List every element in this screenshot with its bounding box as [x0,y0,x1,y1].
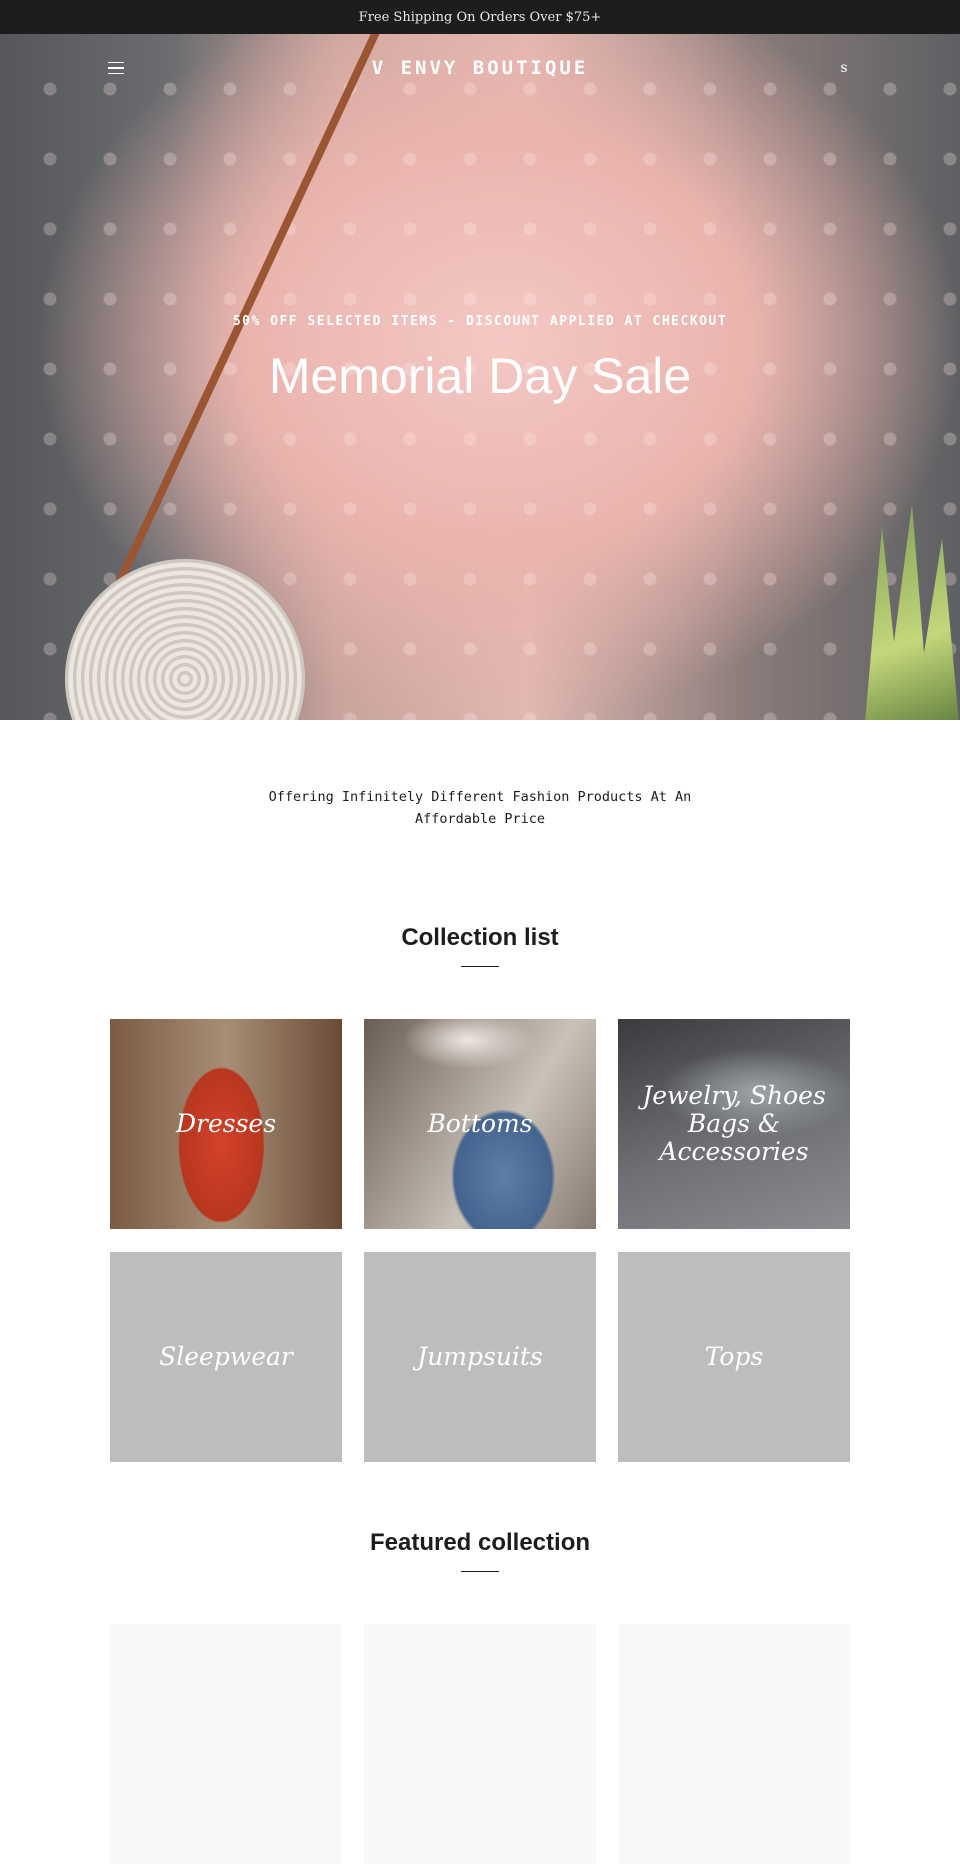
featured-collection-title: Featured collection [369,1529,591,1556]
hero-title[interactable]: Memorial Day Sale [0,347,960,405]
site-header: V ENVY BOUTIQUE s [0,34,960,102]
product-card-placeholder[interactable] [110,1624,342,1864]
announcement-bar: Free Shipping On Orders Over $75+ [0,0,960,34]
collection-card-label: Jewelry, Shoes Bags & Accessories [642,1081,826,1166]
hero-caption: 50% OFF SELECTED ITEMS - DISCOUNT APPLIE… [0,314,960,405]
collection-list-title: Collection list [401,924,559,951]
collection-card-dresses[interactable]: Dresses [110,1019,342,1229]
featured-product-grid [110,1624,850,1864]
collection-card-bottoms[interactable]: Bottoms [364,1019,596,1229]
site-logo[interactable]: V ENVY BOUTIQUE [372,57,589,79]
announcement-text: Free Shipping On Orders Over $75+ [358,9,602,25]
store-tagline: Offering Infinitely Different Fashion Pr… [268,789,692,827]
collection-card-label: Dresses [175,1109,277,1138]
collection-card-label: Bottoms [427,1109,533,1138]
collection-grid: Dresses Bottoms Jewelry, Shoes Bags & Ac… [110,1019,850,1462]
hero-subtitle: 50% OFF SELECTED ITEMS - DISCOUNT APPLIE… [232,314,728,329]
collection-card-sleepwear[interactable]: Sleepwear [110,1252,342,1462]
search-icon[interactable]: s [836,60,852,76]
hamburger-icon[interactable] [108,61,124,75]
product-card-placeholder[interactable] [618,1624,850,1864]
collection-card-label: Jumpsuits [417,1342,543,1371]
product-card-placeholder[interactable] [364,1624,596,1864]
hero-slideshow[interactable]: V ENVY BOUTIQUE s 50% OFF SELECTED ITEMS… [0,34,960,720]
collection-card-label: Tops [704,1342,764,1371]
collection-card-tops[interactable]: Tops [618,1252,850,1462]
collection-card-jewelry[interactable]: Jewelry, Shoes Bags & Accessories [618,1019,850,1229]
collection-card-jumpsuits[interactable]: Jumpsuits [364,1252,596,1462]
collection-card-label: Sleepwear [159,1342,293,1371]
